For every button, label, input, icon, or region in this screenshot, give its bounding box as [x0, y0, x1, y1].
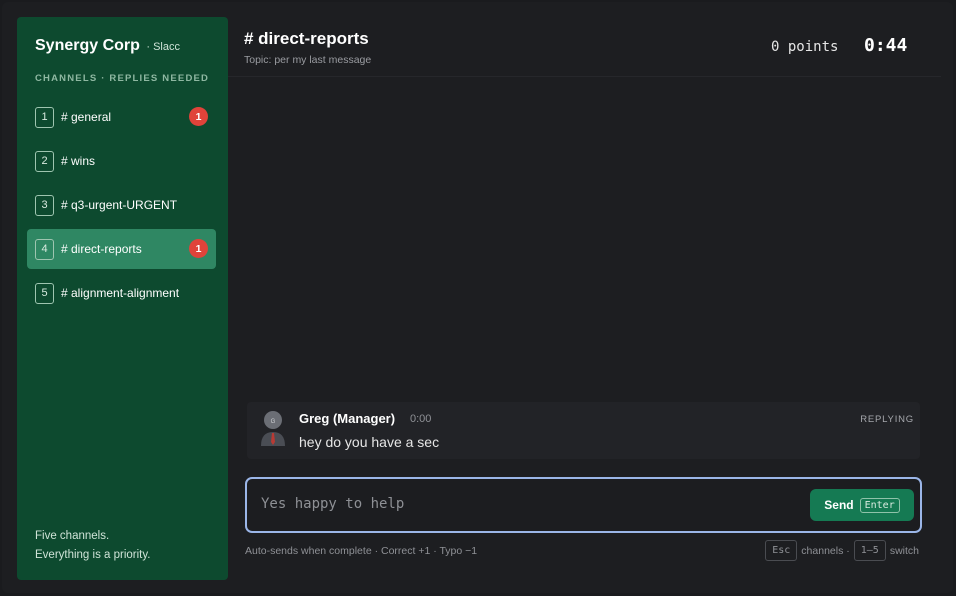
- message-text: hey do you have a sec: [299, 434, 440, 450]
- message-time: 0:00: [410, 413, 432, 425]
- switch-key-hint: 1–5: [853, 540, 886, 561]
- replying-status: REPLYING: [860, 414, 914, 425]
- esc-key-hint: Esc: [765, 540, 798, 561]
- brand-sub: · Slacc: [146, 41, 180, 53]
- switch-hint-label: switch: [889, 544, 919, 557]
- sidebar-item-alignment[interactable]: 5 # alignment-alignment: [27, 273, 216, 313]
- channel-number: 1: [35, 106, 54, 128]
- channel-number: 5: [35, 282, 54, 304]
- channel-list: 1 # general 1 2 # wins 3 # q3-urgent-URG…: [27, 97, 216, 317]
- channel-label: # q3-urgent-URGENT: [61, 198, 178, 212]
- channel-label: # general: [61, 110, 112, 124]
- channel-label: # direct-reports: [61, 242, 142, 256]
- app-window: Synergy Corp · Slacc CHANNELS · REPLIES …: [2, 2, 953, 593]
- reply-input[interactable]: Yes happy to help: [261, 496, 404, 512]
- section-label: CHANNELS · REPLIES NEEDED: [35, 73, 210, 84]
- unread-badge: 1: [189, 107, 208, 126]
- brand-name: Synergy Corp: [35, 37, 140, 54]
- message-composer[interactable]: Yes happy to help Send Enter: [245, 477, 922, 533]
- brand: Synergy Corp · Slacc: [35, 37, 180, 55]
- channel-topic: Topic: per my last message: [244, 54, 372, 66]
- channel-number: 3: [35, 194, 54, 216]
- sidebar-item-direct-reports[interactable]: 4 # direct-reports 1: [27, 229, 216, 269]
- send-label: Send: [824, 498, 854, 512]
- footer-line: Five channels.: [35, 530, 110, 542]
- timer: 0:44: [864, 35, 908, 56]
- keyboard-hints: Esc channels · 1–5 switch: [765, 540, 919, 561]
- sidebar-item-wins[interactable]: 2 # wins: [27, 141, 216, 181]
- sidebar: Synergy Corp · Slacc CHANNELS · REPLIES …: [17, 17, 228, 580]
- svg-text:G: G: [271, 419, 276, 425]
- points-counter: 0 points: [771, 39, 839, 55]
- unread-badge: 1: [189, 239, 208, 258]
- scoring-hint: Auto-sends when complete · Correct +1 · …: [245, 545, 478, 557]
- esc-hint-label: channels ·: [801, 544, 850, 557]
- sidebar-item-q3-urgent[interactable]: 3 # q3-urgent-URGENT: [27, 185, 216, 225]
- channel-number: 4: [35, 238, 54, 260]
- sidebar-footer: Five channels. Everything is a priority.: [35, 527, 150, 565]
- send-button[interactable]: Send Enter: [810, 489, 914, 521]
- channel-number: 2: [35, 150, 54, 172]
- channel-title: # direct-reports: [244, 29, 369, 48]
- message: G Greg (Manager) 0:00 REPLYING hey do yo…: [247, 402, 920, 459]
- footer-line: Everything is a priority.: [35, 549, 151, 561]
- avatar-icon: G: [261, 411, 285, 446]
- enter-key-hint: Enter: [859, 497, 900, 513]
- sidebar-item-general[interactable]: 1 # general 1: [27, 97, 216, 137]
- header-divider: [228, 76, 941, 77]
- channel-label: # alignment-alignment: [61, 286, 180, 300]
- message-author: Greg (Manager): [299, 411, 396, 426]
- channel-label: # wins: [61, 154, 96, 168]
